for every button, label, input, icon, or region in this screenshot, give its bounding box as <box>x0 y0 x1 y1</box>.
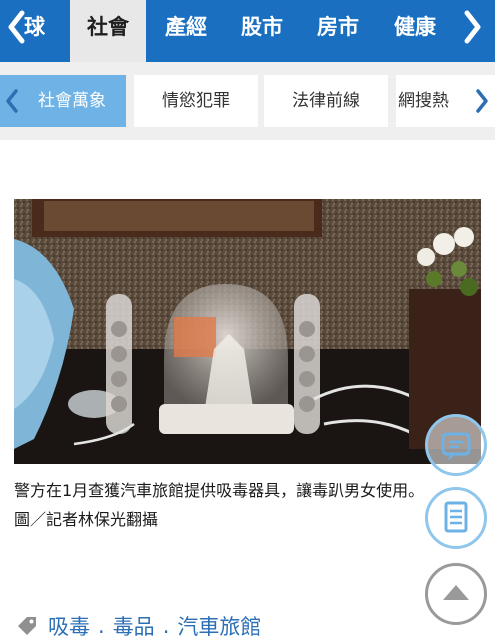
nav-tab-finance[interactable]: 產經 <box>154 0 218 54</box>
nav-tab-real-estate[interactable]: 房市 <box>306 0 370 54</box>
top-category-nav: 球 社會 產經 股市 房市 健康 <box>0 0 495 62</box>
nav-tab-partial[interactable]: 球 <box>24 0 45 54</box>
caption-credit: 圖／記者林保光翻攝 <box>14 510 159 529</box>
photo-caption: 警方在1月查獲汽車旅館提供吸毒器具，讓毒趴男女使用。 圖／記者林保光翻攝 <box>14 476 484 534</box>
sub-chevron-left-icon[interactable] <box>4 75 20 127</box>
sub-tab-crime[interactable]: 情慾犯罪 <box>134 75 258 127</box>
sub-chevron-right-icon[interactable] <box>474 75 490 127</box>
sub-tab-law[interactable]: 法律前線 <box>264 75 388 127</box>
sub-category-nav: 社會萬象 情慾犯罪 法律前線 網搜熱 <box>0 62 495 140</box>
nav-tab-health[interactable]: 健康 <box>383 0 447 54</box>
tag-link[interactable]: 吸毒 <box>48 611 90 641</box>
chevron-right-icon[interactable] <box>457 0 487 54</box>
article-photo <box>14 199 481 464</box>
sub-tab-label: 網搜熱 <box>398 91 449 111</box>
tag-separator: . <box>98 614 105 638</box>
tag-link[interactable]: 毒品 <box>113 611 155 641</box>
nav-tab-society[interactable]: 社會 <box>70 0 146 62</box>
scroll-to-top-button[interactable] <box>425 563 487 625</box>
arrow-up-icon <box>443 585 469 600</box>
caption-text: 警方在1月查獲汽車旅館提供吸毒器具，讓毒趴男女使用。 <box>14 481 425 500</box>
tag-separator: . <box>162 614 170 638</box>
tag-icon <box>18 617 36 635</box>
sub-tab-label: 社會萬象 <box>38 91 106 111</box>
document-icon <box>444 501 468 533</box>
tag-link[interactable]: 汽車旅館 <box>177 611 261 641</box>
comment-button[interactable] <box>425 414 487 476</box>
nav-tab-stocks[interactable]: 股市 <box>230 0 294 54</box>
article-list-button[interactable] <box>425 487 487 549</box>
comment-icon <box>441 432 471 461</box>
tag-list: 吸毒 . 毒品 . 汽車旅館 <box>16 612 261 640</box>
